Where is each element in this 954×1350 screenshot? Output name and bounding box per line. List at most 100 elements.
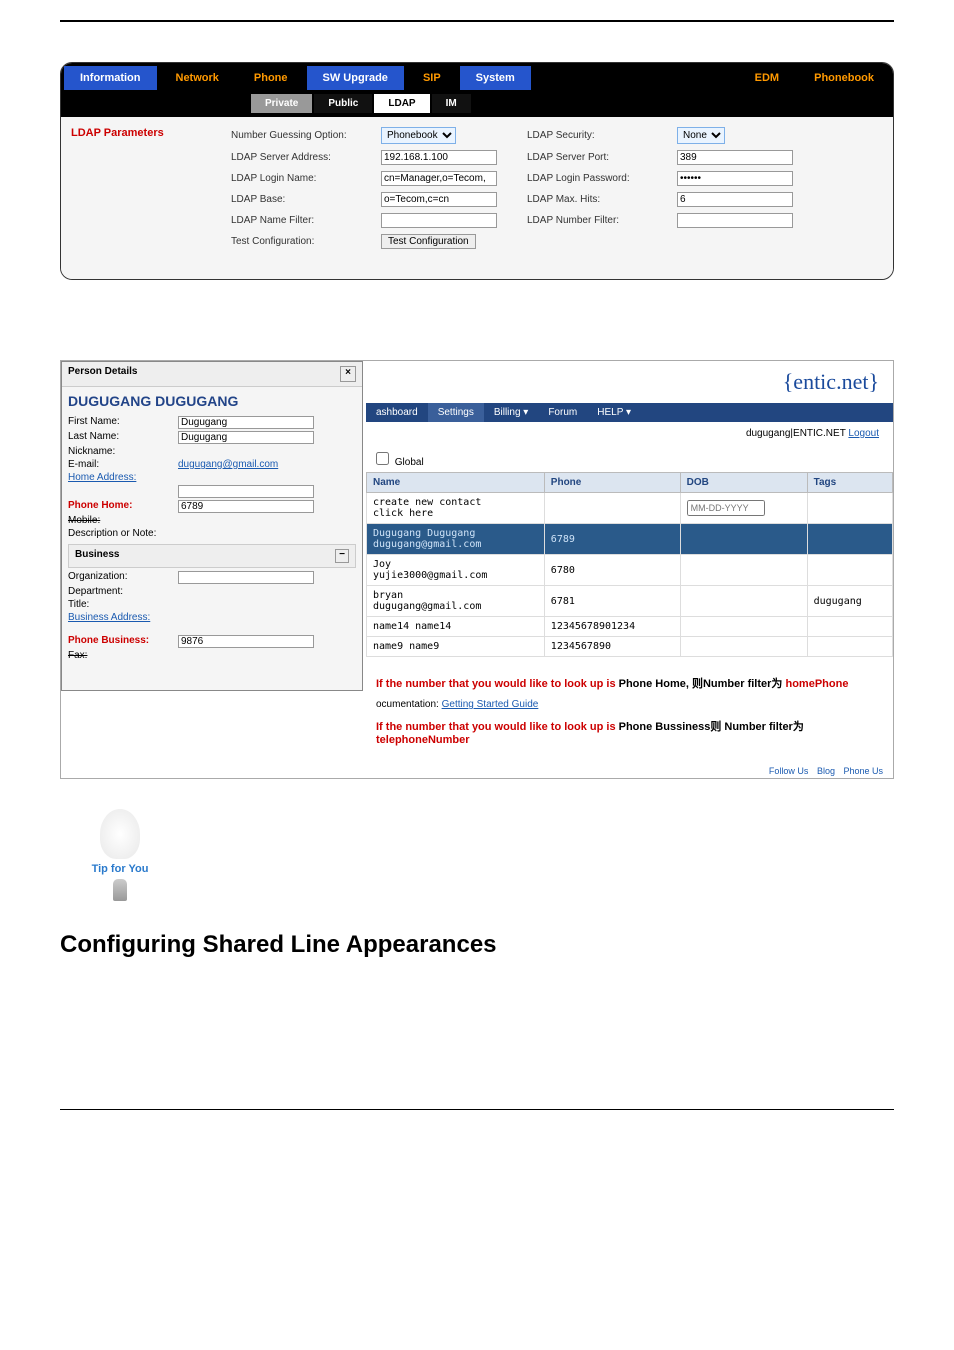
col-tags[interactable]: Tags bbox=[807, 473, 892, 493]
title-label: Title: bbox=[68, 599, 178, 610]
section-heading: Configuring Shared Line Appearances bbox=[60, 931, 894, 959]
tab-edm[interactable]: EDM bbox=[739, 66, 795, 90]
subtab-public[interactable]: Public bbox=[314, 94, 372, 113]
tab-settings[interactable]: Settings bbox=[428, 403, 484, 422]
footer-links: Follow Us Blog Phone Us bbox=[366, 764, 893, 778]
tab-billing[interactable]: Billing ▾ bbox=[484, 403, 538, 422]
tab-information[interactable]: Information bbox=[64, 66, 157, 90]
table-filter-row: create new contactclick here bbox=[367, 493, 893, 524]
getting-started-link[interactable]: Getting Started Guide bbox=[442, 699, 539, 710]
main-tabs-bar: Information Network Phone SW Upgrade SIP… bbox=[61, 63, 893, 90]
login-name-label: LDAP Login Name: bbox=[231, 173, 381, 184]
name-filter-input[interactable] bbox=[381, 213, 497, 228]
base-input[interactable] bbox=[381, 192, 497, 207]
email-label: E-mail: bbox=[68, 459, 178, 470]
table-row[interactable]: name14 name14 12345678901234 bbox=[367, 617, 893, 637]
subtab-ldap[interactable]: LDAP bbox=[374, 94, 429, 113]
number-filter-input[interactable] bbox=[677, 213, 793, 228]
phone-us-link[interactable]: Phone Us bbox=[843, 766, 883, 776]
subtab-im[interactable]: IM bbox=[432, 94, 471, 113]
login-pw-input[interactable] bbox=[677, 171, 793, 186]
phone-business-label: Phone Business: bbox=[68, 635, 178, 648]
section-title: LDAP Parameters bbox=[71, 127, 211, 139]
email-value[interactable]: dugugang@gmail.com bbox=[178, 459, 356, 470]
popup-title-bar: Person Details bbox=[68, 366, 137, 382]
brand-logo: {entic.net} bbox=[366, 361, 893, 403]
ldap-config-panel: Information Network Phone SW Upgrade SIP… bbox=[60, 62, 894, 280]
number-filter-label: LDAP Number Filter: bbox=[527, 215, 677, 226]
global-checkbox[interactable] bbox=[376, 452, 389, 465]
close-icon[interactable]: × bbox=[340, 366, 356, 382]
tab-system[interactable]: System bbox=[460, 66, 531, 90]
table-row[interactable]: Joyyujie3000@gmail.com 6780 bbox=[367, 555, 893, 586]
name-filter-label: LDAP Name Filter: bbox=[231, 215, 381, 226]
fax-label: Fax: bbox=[68, 650, 178, 661]
security-label: LDAP Security: bbox=[527, 130, 677, 141]
connector-icon bbox=[113, 879, 127, 901]
first-name-input[interactable] bbox=[178, 416, 314, 429]
table-row[interactable]: Dugugang Dugugangdugugang@gmail.com 6789 bbox=[367, 524, 893, 555]
last-name-label: Last Name: bbox=[68, 431, 178, 444]
annotation-1: If the number that you would like to loo… bbox=[376, 675, 883, 691]
server-port-label: LDAP Server Port: bbox=[527, 152, 677, 163]
home-address-input[interactable] bbox=[178, 485, 314, 498]
sub-tabs-bar: Private Public LDAP IM bbox=[61, 90, 893, 117]
person-details-popup: Person Details × DUGUGANG DUGUGANG First… bbox=[61, 361, 363, 691]
col-name[interactable]: Name bbox=[367, 473, 545, 493]
login-pw-label: LDAP Login Password: bbox=[527, 173, 677, 184]
tab-help[interactable]: HELP ▾ bbox=[587, 403, 641, 422]
table-row[interactable]: name9 name9 1234567890 bbox=[367, 637, 893, 657]
tab-sip[interactable]: SIP bbox=[407, 66, 457, 90]
tab-phonebook[interactable]: Phonebook bbox=[798, 66, 890, 90]
logout-link[interactable]: Logout bbox=[848, 428, 879, 439]
max-hits-label: LDAP Max. Hits: bbox=[527, 194, 677, 205]
subtab-private[interactable]: Private bbox=[251, 94, 312, 113]
col-phone[interactable]: Phone bbox=[544, 473, 680, 493]
first-name-label: First Name: bbox=[68, 416, 178, 429]
collapse-icon[interactable]: − bbox=[335, 549, 349, 563]
business-addr-link[interactable]: Business Address: bbox=[68, 612, 178, 623]
login-name-input[interactable] bbox=[381, 171, 497, 186]
org-label: Organization: bbox=[68, 571, 178, 584]
server-port-input[interactable] bbox=[677, 150, 793, 165]
blog-link[interactable]: Blog bbox=[817, 766, 835, 776]
username-display: dugugang|ENTIC.NET bbox=[746, 428, 846, 439]
security-select[interactable]: None bbox=[677, 127, 725, 144]
phone-home-label: Phone Home: bbox=[68, 500, 178, 513]
lightbulb-icon bbox=[100, 809, 140, 859]
nickname-label: Nickname: bbox=[68, 446, 178, 457]
desc-label: Description or Note: bbox=[68, 528, 178, 539]
follow-us-link[interactable]: Follow Us bbox=[769, 766, 809, 776]
contact-name-heading: DUGUGANG DUGUGANG bbox=[62, 387, 362, 415]
phone-home-input[interactable] bbox=[178, 500, 314, 513]
tip-label: Tip for You bbox=[80, 863, 160, 875]
table-row[interactable]: bryandugugang@gmail.com 6781dugugang bbox=[367, 586, 893, 617]
server-addr-input[interactable] bbox=[381, 150, 497, 165]
doc-link-line: ocumentation: Getting Started Guide bbox=[376, 699, 883, 710]
tab-phone[interactable]: Phone bbox=[238, 66, 304, 90]
tab-dashboard[interactable]: ashboard bbox=[366, 403, 428, 422]
tab-network[interactable]: Network bbox=[160, 66, 235, 90]
contacts-table: Name Phone DOB Tags create new contactcl… bbox=[366, 472, 893, 657]
number-guessing-label: Number Guessing Option: bbox=[231, 130, 381, 141]
last-name-input[interactable] bbox=[178, 431, 314, 444]
home-address-link[interactable]: Home Address: bbox=[68, 472, 178, 483]
global-label: Global bbox=[395, 457, 424, 468]
org-input[interactable] bbox=[178, 571, 314, 584]
dob-filter-input[interactable] bbox=[687, 500, 765, 516]
max-hits-input[interactable] bbox=[677, 192, 793, 207]
tab-sw-upgrade[interactable]: SW Upgrade bbox=[307, 66, 404, 90]
phone-business-input[interactable] bbox=[178, 635, 314, 648]
tab-forum[interactable]: Forum bbox=[538, 403, 587, 422]
server-addr-label: LDAP Server Address: bbox=[231, 152, 381, 163]
test-config-button[interactable]: Test Configuration bbox=[381, 234, 476, 249]
annotation-2: If the number that you would like to loo… bbox=[376, 718, 883, 746]
mobile-label: Mobile: bbox=[68, 515, 178, 526]
base-label: LDAP Base: bbox=[231, 194, 381, 205]
tip-block: Tip for You bbox=[80, 809, 160, 901]
number-guessing-select[interactable]: Phonebook bbox=[381, 127, 456, 144]
business-section-header[interactable]: Business − bbox=[68, 544, 356, 568]
contacts-app-window: Person Details × DUGUGANG DUGUGANG First… bbox=[60, 360, 894, 779]
col-dob[interactable]: DOB bbox=[680, 473, 807, 493]
app-nav-tabs: ashboard Settings Billing ▾ Forum HELP ▾ bbox=[366, 403, 893, 422]
